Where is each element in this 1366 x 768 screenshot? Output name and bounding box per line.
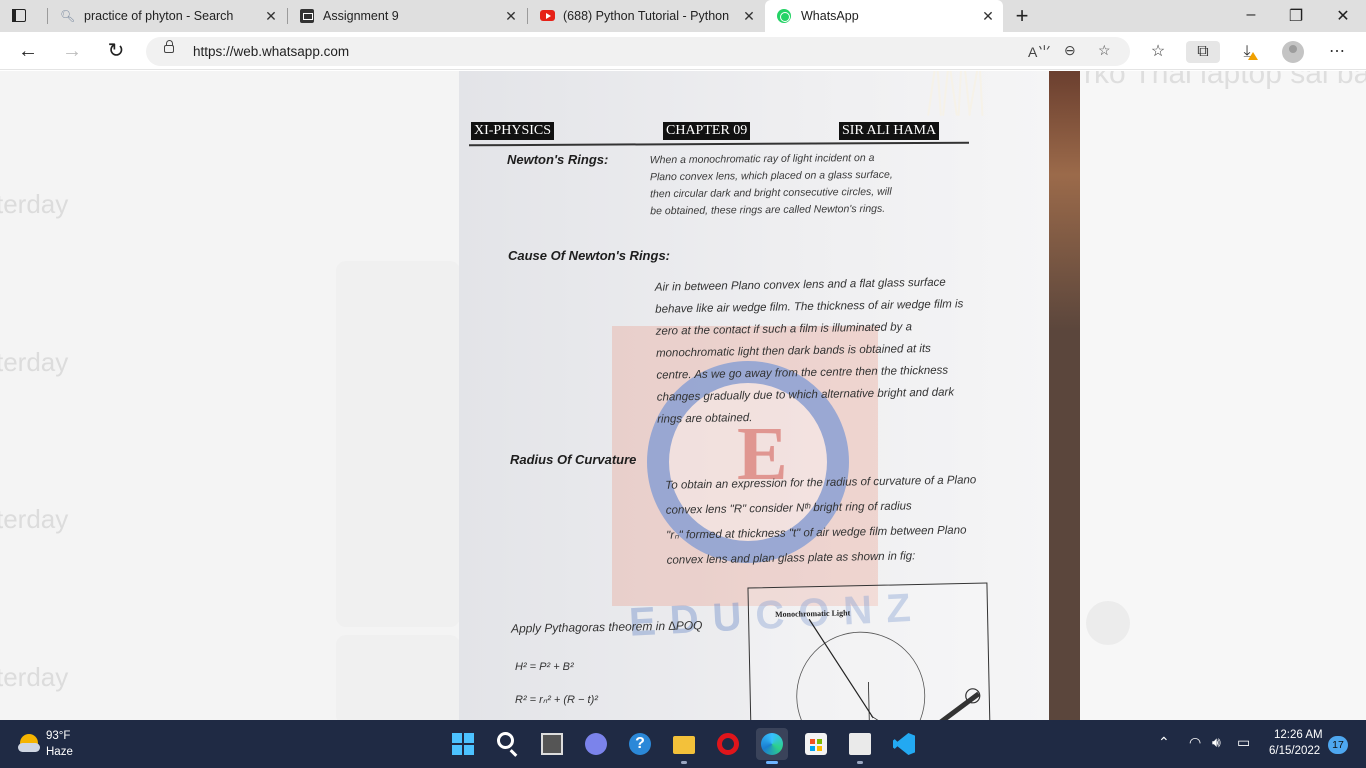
radius-heading: Radius Of Curvature [510,452,637,467]
tab-whatsapp[interactable]: WhatsApp ✕ [765,0,1003,32]
tab-youtube[interactable]: (688) Python Tutorial - Python Fu ✕ [528,0,764,32]
profile-avatar[interactable] [1282,41,1304,63]
edge-button[interactable] [756,728,788,764]
search-button[interactable] [491,728,523,760]
faded-timestamp: terday [0,347,69,377]
fabric-fringe [927,71,1009,121]
faded-timestamp: terday [0,504,69,534]
tab-title: Assignment 9 [323,9,399,23]
document-icon [849,733,871,755]
refresh-icon[interactable]: ↻ [104,39,128,63]
forward-icon[interactable]: → [60,39,84,63]
cause-text: Air in between Plano convex lens and a f… [654,276,964,426]
collections-icon[interactable]: ⧉ [1186,41,1220,63]
faded-timestamp: terday [0,189,69,219]
cause-heading: Cause Of Newton's Rings: [508,248,670,263]
battery-icon[interactable]: ▭ [1237,734,1250,751]
search-icon: 🔍︎ [60,9,76,23]
tab-title: WhatsApp [801,9,859,23]
start-button[interactable] [447,728,479,760]
chevron-up-icon[interactable]: ⌃ [1158,734,1170,751]
store-icon [805,733,827,755]
faded-message: rko Thai laptop sai ba [1084,71,1366,90]
lock-icon[interactable] [164,40,174,53]
weather-temperature[interactable]: 93°F [46,730,70,742]
task-view-button[interactable] [536,728,568,760]
weather-icon[interactable] [18,734,40,752]
get-help-button[interactable]: ? [624,728,656,760]
back-icon[interactable]: ← [16,39,40,63]
doc-subject: XI-PHYSICS [471,122,555,140]
youtube-icon [540,10,555,21]
tab-assignment[interactable]: Assignment 9 ✕ [288,0,526,32]
newtons-rings-heading: Newton's Rings: [507,152,609,167]
new-tab-button[interactable]: + [1012,5,1032,27]
taskbar: 93°F Haze ? ⌃ ◠ 🔊︎ ▭ 12:26 AM 6/15/2022 … [0,720,1366,768]
equation-2: R² = rₙ² + (R − t)² [515,694,598,706]
restore-icon[interactable]: ❐ [1286,6,1306,26]
chat-button[interactable] [580,728,612,760]
tab-strip: 🔍︎ practice of phyton - Search ✕ Assignm… [0,0,1366,32]
more-icon[interactable]: ⋯ [1326,41,1348,63]
address-bar[interactable]: https://web.whatsapp.com A⺌ ⊖ ☆ [146,37,1130,66]
faded-card [336,261,460,627]
whatsapp-page: terday terday terday terday rko Thai lap… [0,71,1366,720]
assignment-icon [300,9,314,23]
url-text[interactable]: https://web.whatsapp.com [193,44,349,59]
background-cloth [1044,71,1080,331]
close-icon[interactable]: ✕ [504,9,518,23]
equation-1: H² = P² + B² [515,661,574,673]
radius-text: To obtain an expression for the radius o… [665,474,977,567]
notification-badge[interactable]: 17 [1328,736,1348,754]
newtons-rings-text: When a monochromatic ray of light incide… [649,151,893,218]
vscode-icon [893,733,915,755]
weather-description[interactable]: Haze [46,746,73,758]
file-explorer-button[interactable] [668,728,700,764]
chat-icon [585,733,607,755]
whatsapp-icon [777,9,791,23]
close-icon[interactable]: ✕ [742,9,756,23]
clock-date[interactable]: 6/15/2022 [1269,745,1320,757]
opera-button[interactable] [712,728,744,760]
faded-timestamp: terday [0,662,69,692]
browser-toolbar: ← → ↻ https://web.whatsapp.com A⺌ ⊖ ☆ ☆ … [0,32,1366,70]
windows-icon [452,733,474,755]
opera-icon [717,733,739,755]
vscode-button[interactable] [888,728,920,760]
edge-icon [761,733,783,755]
close-icon[interactable]: ✕ [264,9,278,23]
minimize-icon[interactable]: ‒ [1241,6,1261,24]
lens-figure: Monochromatic Light [747,582,991,720]
add-favorite-icon[interactable]: ☆ [1098,42,1111,59]
tab-title: (688) Python Tutorial - Python Fu [563,9,733,23]
read-aloud-icon[interactable]: A⺌ [1028,42,1051,62]
image-viewer-photo[interactable]: E EDUCONZ XI-PHYSICS CHAPTER 09 SIR ALI … [459,71,1080,720]
search-icon [497,732,514,749]
faded-card [336,635,460,720]
tab-actions-icon[interactable] [10,7,28,25]
pythagoras-text: Apply Pythagoras theorem in ∆POQ [510,618,703,636]
task-view-icon [541,733,563,755]
warning-icon [1248,52,1258,60]
doc-chapter: CHAPTER 09 [663,122,751,140]
close-window-icon[interactable]: ✕ [1333,6,1353,26]
document-app-button[interactable] [844,728,876,764]
doc-author: SIR ALI HAMA [839,122,940,140]
volume-icon[interactable]: 🔊︎ [1212,734,1221,751]
clock-time[interactable]: 12:26 AM [1274,729,1323,741]
folder-icon [673,736,695,754]
store-button[interactable] [800,728,832,760]
favorites-icon[interactable]: ☆ [1147,41,1169,63]
tab-title: practice of phyton - Search [84,9,234,23]
zoom-icon[interactable]: ⊖ [1064,42,1076,59]
figure-diagram [796,618,981,720]
wifi-icon[interactable]: ◠ [1189,734,1201,751]
faded-button [1086,601,1130,645]
help-icon: ? [629,733,651,755]
tab-search[interactable]: 🔍︎ practice of phyton - Search ✕ [48,0,286,32]
close-icon[interactable]: ✕ [981,9,995,23]
